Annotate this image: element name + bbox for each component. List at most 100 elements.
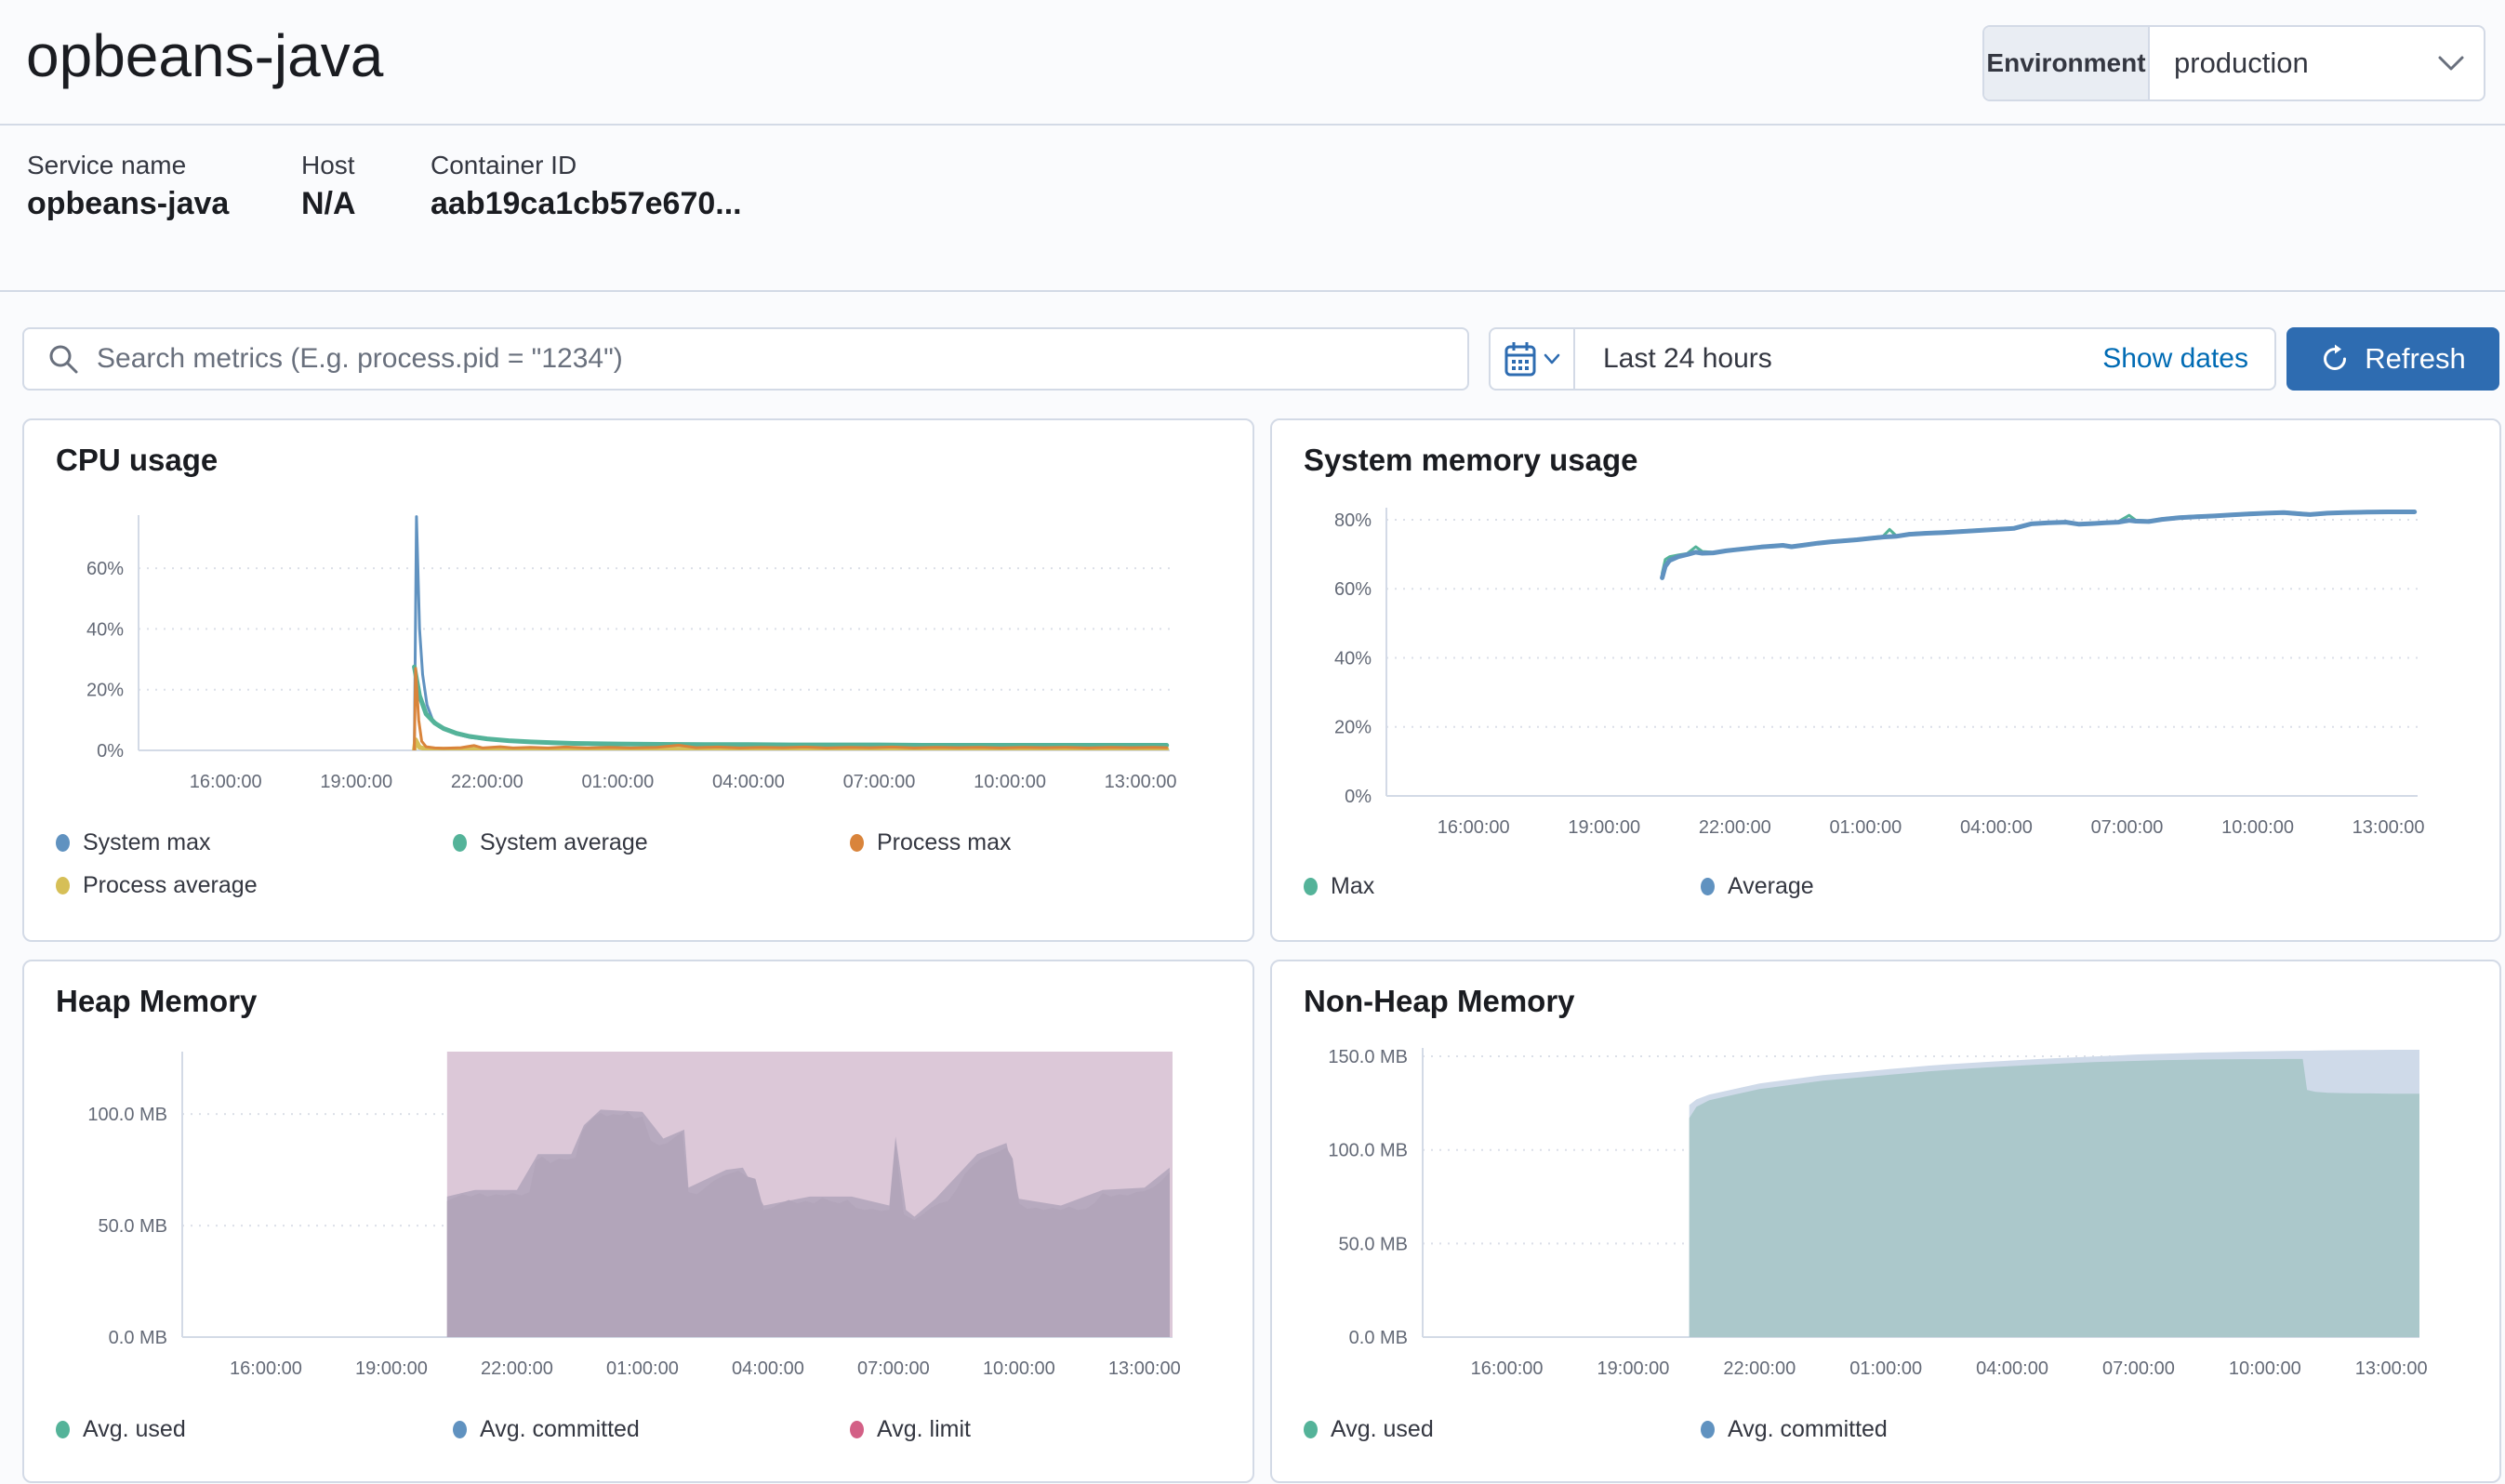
svg-text:13:00:00: 13:00:00 bbox=[2353, 817, 2425, 838]
legend-dot-icon bbox=[56, 877, 70, 894]
legend-label: System max bbox=[83, 829, 211, 856]
legend-dot-icon bbox=[1701, 1421, 1715, 1438]
svg-text:22:00:00: 22:00:00 bbox=[481, 1358, 553, 1379]
refresh-button[interactable]: Refresh bbox=[2286, 327, 2499, 391]
svg-text:01:00:00: 01:00:00 bbox=[606, 1358, 679, 1379]
legend-dot-icon bbox=[850, 834, 864, 852]
environment-select-value: production bbox=[2150, 27, 2419, 99]
heap-memory-legend: Avg. used Avg. committed Avg. limit bbox=[56, 1412, 1234, 1446]
svg-text:10:00:00: 10:00:00 bbox=[2229, 1358, 2301, 1379]
svg-text:07:00:00: 07:00:00 bbox=[2091, 817, 2164, 838]
show-dates-link[interactable]: Show dates bbox=[2102, 343, 2274, 375]
legend-item[interactable]: Process max bbox=[850, 826, 1234, 859]
system-memory-title: System memory usage bbox=[1304, 443, 1638, 478]
legend-label: Process max bbox=[877, 829, 1011, 856]
cpu-usage-legend: System max System average Process max Proce… bbox=[56, 826, 1234, 902]
legend-dot-icon bbox=[850, 1421, 864, 1438]
legend-item[interactable]: Process average bbox=[56, 868, 453, 902]
system-memory-chart: 0%20%40%60%80%16:00:0019:00:0022:00:0001… bbox=[1291, 495, 2490, 857]
svg-text:0.0 MB: 0.0 MB bbox=[1349, 1328, 1408, 1348]
legend-label: Process average bbox=[83, 872, 258, 899]
legend-dot-icon bbox=[56, 1421, 70, 1438]
svg-text:60%: 60% bbox=[86, 559, 124, 579]
svg-text:100.0 MB: 100.0 MB bbox=[87, 1105, 167, 1125]
svg-text:04:00:00: 04:00:00 bbox=[1960, 817, 2033, 838]
non-heap-memory-chart: 0.0 MB 50.0 MB 100.0 MB 150.0 MB 16:00:00 19:… bbox=[1291, 1036, 2490, 1398]
svg-text:04:00:00: 04:00:00 bbox=[1976, 1358, 2048, 1379]
chevron-down-icon bbox=[2419, 27, 2484, 99]
svg-text:100.0 MB: 100.0 MB bbox=[1328, 1141, 1408, 1161]
legend-dot-icon bbox=[453, 834, 467, 852]
legend-item[interactable]: Max bbox=[1304, 869, 1701, 903]
svg-text:50.0 MB: 50.0 MB bbox=[99, 1216, 167, 1237]
svg-text:22:00:00: 22:00:00 bbox=[451, 772, 524, 792]
legend-label: System average bbox=[480, 829, 648, 856]
legend-dot-icon bbox=[453, 1421, 467, 1438]
heap-memory-panel: Heap Memory 0.0 MB50.0 MB100.0 MB16:00:0… bbox=[22, 960, 1254, 1483]
svg-text:0%: 0% bbox=[1345, 787, 1372, 807]
date-picker-button[interactable] bbox=[1489, 327, 1575, 391]
system-memory-panel: System memory usage 0%20%40%60%80%16:00:… bbox=[1270, 418, 2501, 942]
svg-text:13:00:00: 13:00:00 bbox=[2355, 1358, 2428, 1379]
svg-text:50.0 MB: 50.0 MB bbox=[1339, 1234, 1408, 1254]
container-id-label: Container ID bbox=[431, 151, 577, 180]
svg-text:01:00:00: 01:00:00 bbox=[1829, 817, 1902, 838]
svg-text:16:00:00: 16:00:00 bbox=[1471, 1358, 1544, 1379]
svg-text:19:00:00: 19:00:00 bbox=[1597, 1358, 1670, 1379]
svg-text:04:00:00: 04:00:00 bbox=[712, 772, 785, 792]
legend-label: Max bbox=[1331, 873, 1374, 900]
search-input[interactable] bbox=[80, 343, 1467, 375]
svg-text:19:00:00: 19:00:00 bbox=[320, 772, 392, 792]
svg-text:10:00:00: 10:00:00 bbox=[983, 1358, 1055, 1379]
info-divider bbox=[0, 290, 2505, 292]
svg-text:01:00:00: 01:00:00 bbox=[581, 772, 654, 792]
refresh-icon bbox=[2320, 344, 2350, 374]
page-title: opbeans-java bbox=[26, 20, 383, 91]
legend-dot-icon bbox=[56, 834, 70, 852]
svg-text:04:00:00: 04:00:00 bbox=[732, 1358, 804, 1379]
apm-service-metrics-page: opbeans-java Environment production Serv… bbox=[0, 0, 2505, 1484]
svg-text:07:00:00: 07:00:00 bbox=[2102, 1358, 2175, 1379]
svg-text:07:00:00: 07:00:00 bbox=[857, 1358, 930, 1379]
svg-text:0%: 0% bbox=[97, 741, 124, 762]
calendar-icon bbox=[1504, 341, 1536, 377]
legend-item[interactable]: Avg. limit bbox=[850, 1412, 1234, 1446]
svg-text:19:00:00: 19:00:00 bbox=[1568, 817, 1640, 838]
legend-label: Avg. used bbox=[1331, 1416, 1434, 1443]
svg-text:80%: 80% bbox=[1334, 510, 1372, 531]
legend-label: Avg. limit bbox=[877, 1416, 971, 1443]
legend-label: Avg. used bbox=[83, 1416, 186, 1443]
svg-text:01:00:00: 01:00:00 bbox=[1849, 1358, 1922, 1379]
chevron-down-icon bbox=[1544, 353, 1560, 364]
heap-memory-chart: 0.0 MB50.0 MB100.0 MB16:00:0019:00:0022:… bbox=[43, 1036, 1233, 1398]
container-id-value: aab19ca1cb57e670... bbox=[431, 186, 742, 222]
svg-text:150.0 MB: 150.0 MB bbox=[1328, 1047, 1408, 1067]
legend-dot-icon bbox=[1701, 878, 1715, 895]
legend-item[interactable]: System average bbox=[453, 826, 850, 859]
legend-item[interactable]: Avg. committed bbox=[1701, 1412, 2098, 1446]
host-label: Host bbox=[301, 151, 355, 180]
svg-text:10:00:00: 10:00:00 bbox=[974, 772, 1046, 792]
svg-text:13:00:00: 13:00:00 bbox=[1108, 1358, 1181, 1379]
svg-text:16:00:00: 16:00:00 bbox=[190, 772, 262, 792]
non-heap-memory-legend: Avg. used Avg. committed bbox=[1304, 1412, 2481, 1446]
legend-item[interactable]: Avg. committed bbox=[453, 1412, 850, 1446]
legend-item[interactable]: Avg. used bbox=[1304, 1412, 1701, 1446]
cpu-usage-title: CPU usage bbox=[56, 443, 218, 478]
cpu-usage-chart: 0%20%40%60%16:00:0019:00:0022:00:0001:00… bbox=[43, 495, 1233, 802]
time-range-field[interactable]: Last 24 hours Show dates bbox=[1575, 327, 2276, 391]
search-icon bbox=[46, 342, 80, 376]
svg-text:20%: 20% bbox=[1334, 718, 1372, 738]
legend-item[interactable]: Average bbox=[1701, 869, 2098, 903]
host-value: N/A bbox=[301, 186, 356, 222]
svg-text:22:00:00: 22:00:00 bbox=[1723, 1358, 1796, 1379]
svg-text:10:00:00: 10:00:00 bbox=[2221, 817, 2294, 838]
cpu-usage-panel: CPU usage 0%20%40%60%16:00:0019:00:0022:… bbox=[22, 418, 1254, 942]
svg-text:16:00:00: 16:00:00 bbox=[1438, 817, 1510, 838]
legend-item[interactable]: System max bbox=[56, 826, 453, 859]
legend-item[interactable]: Avg. used bbox=[56, 1412, 453, 1446]
legend-label: Average bbox=[1728, 873, 1814, 900]
svg-text:40%: 40% bbox=[1334, 648, 1372, 669]
svg-text:07:00:00: 07:00:00 bbox=[843, 772, 916, 792]
environment-select[interactable]: Environment production bbox=[1982, 25, 2485, 101]
